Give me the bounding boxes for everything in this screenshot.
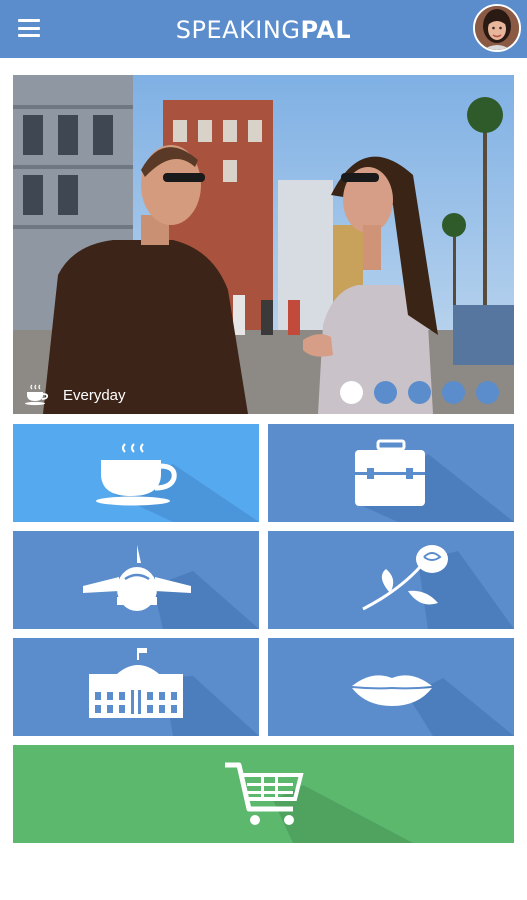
tile-travel[interactable] [13,531,259,629]
hero-scene-image [13,75,514,414]
brand-light-text: SPEAKING [175,16,301,44]
coffee-cup-icon [25,384,49,406]
carousel-dot-3[interactable] [408,381,431,404]
app-title: SPEAKINGPAL [0,16,527,44]
carousel-dot-4[interactable] [442,381,465,404]
brand-bold-text: PAL [300,16,352,44]
briefcase-icon [355,439,425,506]
carousel-dot-1[interactable] [340,381,363,404]
hero-category-label: Everyday [25,384,126,406]
carousel-dot-2[interactable] [374,381,397,404]
hero-carousel[interactable]: Everyday [13,75,514,414]
capitol-building-icon [89,648,183,718]
tile-pronunciation[interactable] [268,638,514,736]
app-bar: SPEAKINGPAL [0,0,527,58]
shop-button[interactable] [13,745,514,843]
tile-everyday[interactable] [13,424,259,522]
carousel-indicators [340,381,499,404]
avatar[interactable] [473,4,521,52]
tile-government[interactable] [13,638,259,736]
tile-business[interactable] [268,424,514,522]
tile-romance[interactable] [268,531,514,629]
carousel-dot-5[interactable] [476,381,499,404]
hero-category-text: Everyday [63,386,126,404]
